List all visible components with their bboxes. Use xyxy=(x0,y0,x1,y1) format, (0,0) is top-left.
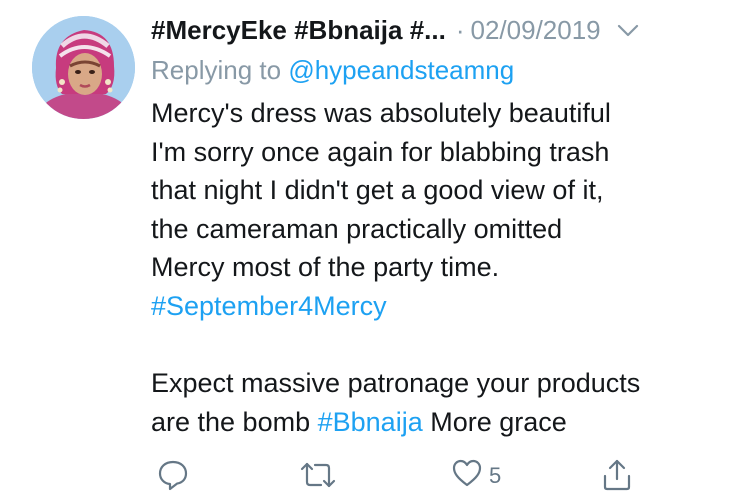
tweet-actions: 5 xyxy=(151,458,711,494)
tweet-text: Mercy's dress was absolutely beautiful I… xyxy=(151,94,741,441)
tweet-line-mixed: are the bomb #Bbnaija More grace xyxy=(151,403,741,442)
tweet-header: #MercyEke #Bbnaija #... · 02/09/2019 xyxy=(151,8,741,52)
share-button[interactable] xyxy=(601,458,633,497)
replying-to: Replying to @hypeandsteamng xyxy=(151,52,741,88)
retweet-button[interactable] xyxy=(299,458,337,497)
replying-prefix: Replying to xyxy=(151,55,282,85)
tweet-line: Mercy's dress was absolutely beautiful xyxy=(151,98,611,128)
tweet-line: I'm sorry once again for blabbing trash xyxy=(151,136,610,167)
mention-link[interactable]: @hypeandsteamng xyxy=(288,55,514,85)
tweet[interactable]: #MercyEke #Bbnaija #... · 02/09/2019 Rep… xyxy=(0,0,750,502)
reply-icon xyxy=(156,458,190,497)
like-button[interactable]: 5 xyxy=(451,458,501,493)
tweet-text-fragment: are the bomb xyxy=(151,406,311,437)
share-icon xyxy=(601,458,633,497)
tweet-content: #MercyEke #Bbnaija #... · 02/09/2019 Rep… xyxy=(151,8,741,441)
avatar[interactable] xyxy=(32,16,135,119)
tweet-line: Expect massive patronage your products xyxy=(151,368,641,399)
tweet-line: that night I didn't get a good view of i… xyxy=(151,175,604,206)
like-count: 5 xyxy=(489,462,502,488)
display-name[interactable]: #MercyEke #Bbnaija #... xyxy=(151,15,446,46)
reply-button[interactable] xyxy=(156,458,190,497)
hashtag-link[interactable]: #September4Mercy xyxy=(151,287,741,326)
chevron-down-icon[interactable] xyxy=(617,24,639,38)
tweet-line: the cameraman practically omitted xyxy=(151,213,563,244)
hashtag-link[interactable]: #Bbnaija xyxy=(318,407,423,437)
timestamp[interactable]: 02/09/2019 xyxy=(471,15,601,46)
tweet-line: Mercy most of the party time. xyxy=(151,252,500,283)
heart-icon xyxy=(451,458,483,493)
retweet-icon xyxy=(299,458,337,497)
tweet-text-fragment: More grace xyxy=(430,406,567,437)
separator-dot: · xyxy=(455,14,465,45)
